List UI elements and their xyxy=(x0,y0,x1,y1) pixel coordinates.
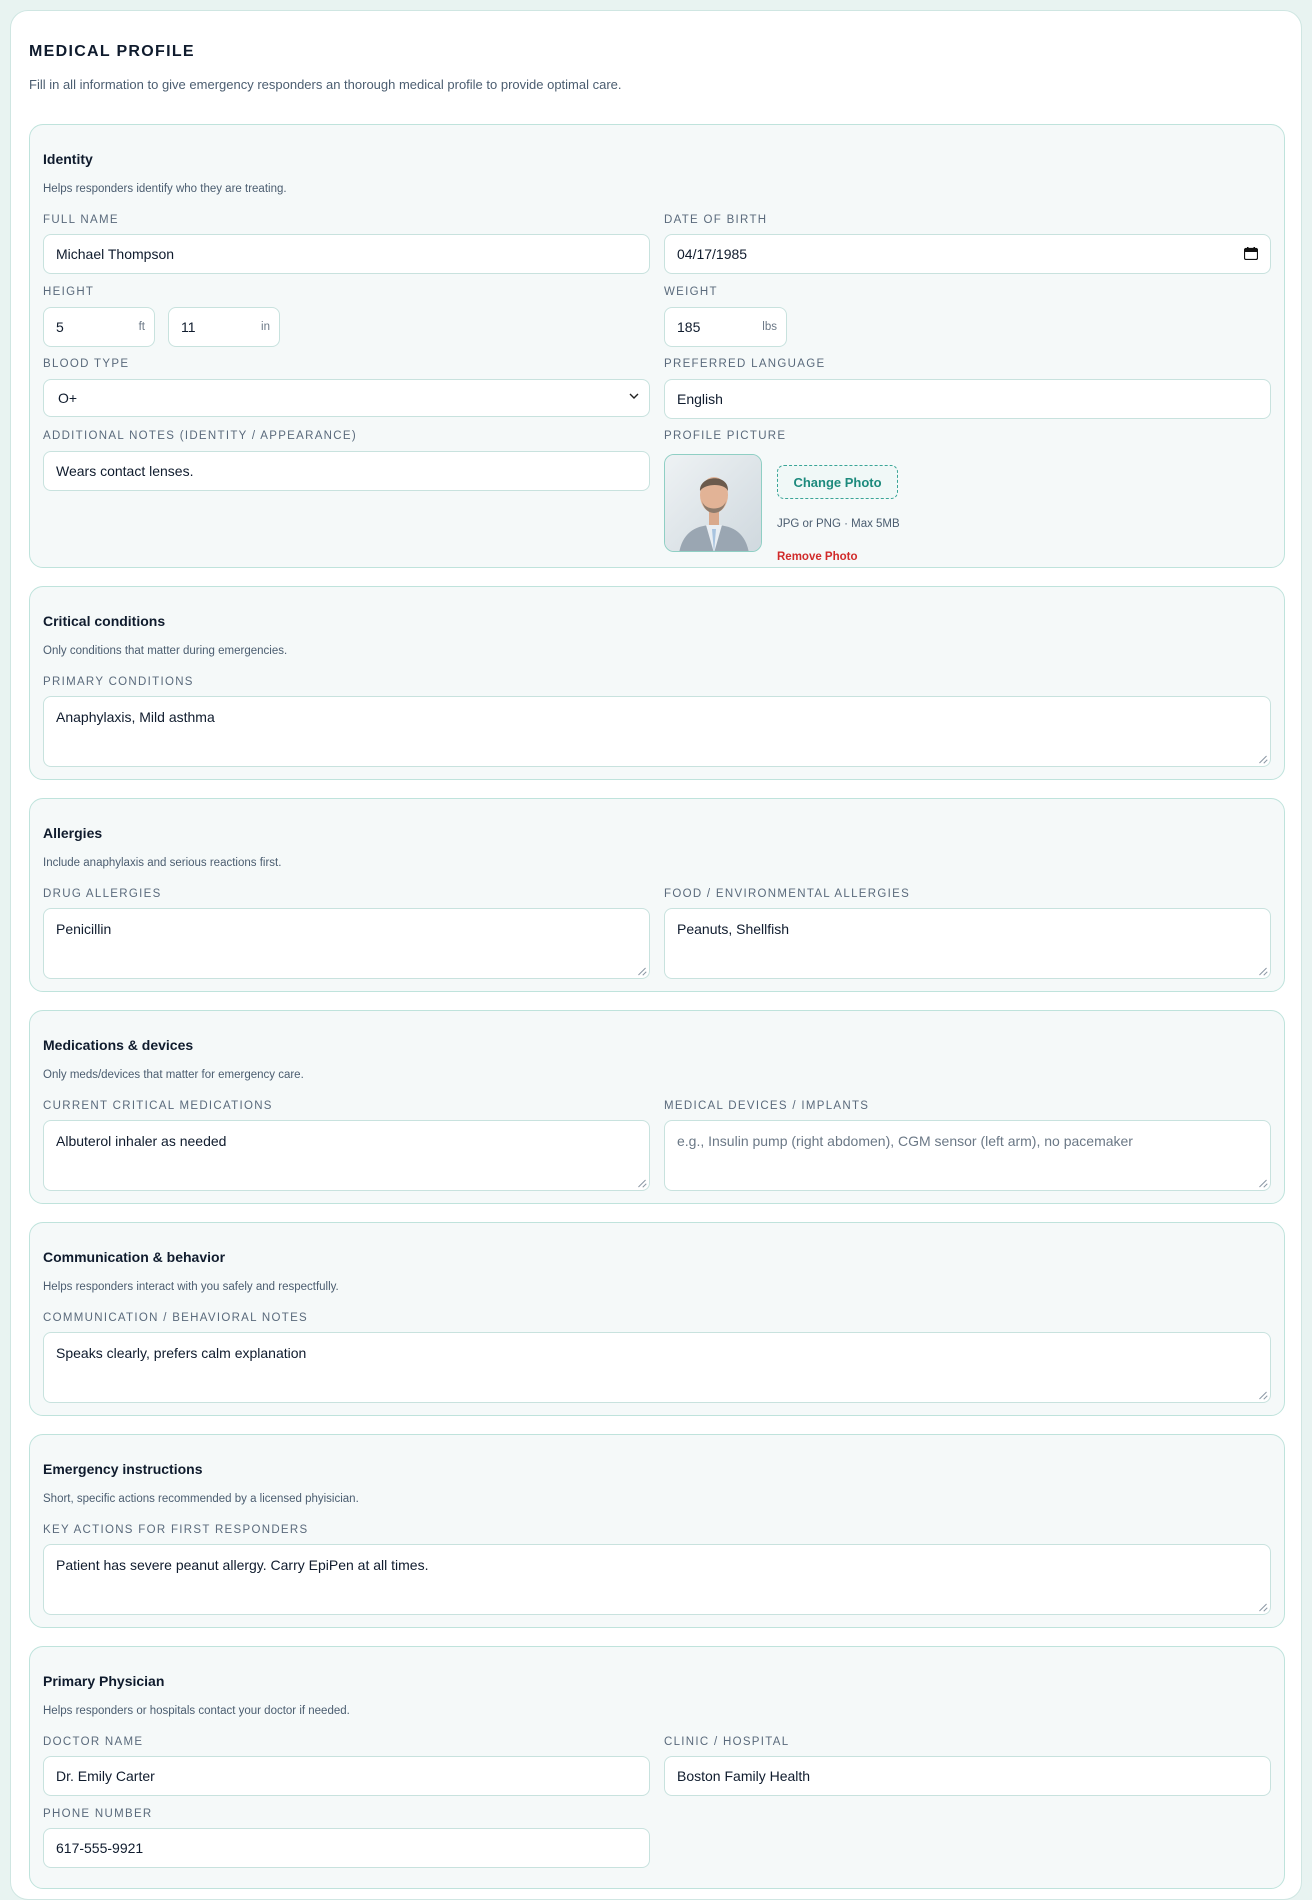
clinic-hospital-value: Boston Family Health xyxy=(677,1768,811,1784)
full-name-label: Full Name xyxy=(43,214,119,226)
resize-handle-icon[interactable] xyxy=(1259,967,1267,975)
food-allergies-label: Food / Environmental Allergies xyxy=(664,888,911,900)
height-inches-input[interactable]: 11 in xyxy=(168,307,280,347)
section-title: Identity xyxy=(43,151,93,167)
section-description: Short, specific actions recommended by a… xyxy=(43,1493,359,1505)
blood-type-label: Blood Type xyxy=(43,358,130,370)
height-feet-input[interactable]: 5 ft xyxy=(43,307,155,347)
resize-handle-icon[interactable] xyxy=(1259,755,1267,763)
emergency-instructions-section: Emergency instructions Short, specific a… xyxy=(29,1434,1285,1628)
current-medications-textarea[interactable]: Albuterol inhaler as needed xyxy=(43,1120,650,1191)
full-name-value: Michael Thompson xyxy=(56,246,175,262)
blood-type-value: O+ xyxy=(58,390,78,406)
page-title: MEDICAL PROFILE xyxy=(29,43,195,60)
inches-unit: in xyxy=(261,321,270,333)
critical-conditions-section: Critical conditions Only conditions that… xyxy=(29,586,1285,780)
section-title: Medications & devices xyxy=(43,1037,194,1053)
primary-physician-section: Primary Physician Helps responders or ho… xyxy=(29,1646,1285,1889)
profile-photo[interactable] xyxy=(664,454,762,552)
date-of-birth-label: Date of Birth xyxy=(664,214,768,226)
photo-hint: JPG or PNG · Max 5MB xyxy=(777,518,900,530)
phone-number-label: Phone Number xyxy=(43,1808,153,1820)
medical-devices-label: Medical Devices / Implants xyxy=(664,1100,870,1112)
height-label: Height xyxy=(43,286,95,298)
food-allergies-value: Peanuts, Shellfish xyxy=(677,921,790,937)
calendar-icon[interactable] xyxy=(1244,247,1258,260)
drug-allergies-value: Penicillin xyxy=(56,921,112,937)
doctor-name-input[interactable]: Dr. Emily Carter xyxy=(43,1756,650,1796)
resize-handle-icon[interactable] xyxy=(638,967,646,975)
preferred-language-input[interactable]: English xyxy=(664,379,1271,419)
height-inches-value: 11 xyxy=(181,319,196,335)
key-actions-textarea[interactable]: Patient has severe peanut allergy. Carry… xyxy=(43,1544,1271,1615)
drug-allergies-label: Drug Allergies xyxy=(43,888,162,900)
communication-notes-label: Communication / Behavioral Notes xyxy=(43,1312,309,1324)
clinic-hospital-label: Clinic / Hospital xyxy=(664,1736,790,1748)
page-subtitle: Fill in all information to give emergenc… xyxy=(29,77,622,92)
section-description: Helps responders or hospitals contact yo… xyxy=(43,1705,350,1717)
key-actions-label: Key Actions for First Responders xyxy=(43,1524,309,1536)
resize-handle-icon[interactable] xyxy=(1259,1603,1267,1611)
clinic-hospital-input[interactable]: Boston Family Health xyxy=(664,1756,1271,1796)
doctor-name-value: Dr. Emily Carter xyxy=(56,1768,155,1784)
section-title: Primary Physician xyxy=(43,1673,165,1689)
additional-notes-value: Wears contact lenses. xyxy=(56,463,194,479)
current-medications-value: Albuterol inhaler as needed xyxy=(56,1133,227,1149)
blood-type-select[interactable]: O+ xyxy=(43,379,650,417)
profile-photo-image xyxy=(665,455,761,551)
medications-section: Medications & devices Only meds/devices … xyxy=(29,1010,1285,1204)
change-photo-button[interactable]: Change Photo xyxy=(777,465,898,499)
medical-devices-textarea[interactable]: e.g., Insulin pump (right abdomen), CGM … xyxy=(664,1120,1271,1191)
section-description: Helps responders identify who they are t… xyxy=(43,183,287,195)
section-title: Allergies xyxy=(43,825,103,841)
feet-unit: ft xyxy=(138,321,145,333)
resize-handle-icon[interactable] xyxy=(1259,1391,1267,1399)
additional-notes-label: Additional Notes (Identity / Appearance) xyxy=(43,430,357,442)
section-description: Helps responders interact with you safel… xyxy=(43,1281,339,1293)
section-description: Only meds/devices that matter for emerge… xyxy=(43,1069,304,1081)
section-description: Only conditions that matter during emerg… xyxy=(43,645,288,657)
phone-number-input[interactable]: 617-555-9921 xyxy=(43,1828,650,1868)
section-title: Communication & behavior xyxy=(43,1249,226,1265)
communication-section: Communication & behavior Helps responder… xyxy=(29,1222,1285,1416)
key-actions-value: Patient has severe peanut allergy. Carry… xyxy=(56,1557,429,1573)
doctor-name-label: Doctor Name xyxy=(43,1736,144,1748)
preferred-language-label: Preferred Language xyxy=(664,358,826,370)
section-title: Emergency instructions xyxy=(43,1461,203,1477)
food-allergies-textarea[interactable]: Peanuts, Shellfish xyxy=(664,908,1271,979)
date-of-birth-value: 04/17/1985 xyxy=(677,246,748,262)
phone-number-value: 617-555-9921 xyxy=(56,1840,144,1856)
primary-conditions-textarea[interactable]: Anaphylaxis, Mild asthma xyxy=(43,696,1271,767)
preferred-language-value: English xyxy=(677,391,723,407)
identity-section: Identity Helps responders identify who t… xyxy=(29,124,1285,568)
profile-picture-label: Profile Picture xyxy=(664,430,787,442)
remove-photo-link[interactable]: Remove Photo xyxy=(777,551,858,563)
resize-handle-icon[interactable] xyxy=(638,1179,646,1187)
height-feet-value: 5 xyxy=(56,319,64,335)
primary-conditions-value: Anaphylaxis, Mild asthma xyxy=(56,709,215,725)
allergies-section: Allergies Include anaphylaxis and seriou… xyxy=(29,798,1285,992)
section-description: Include anaphylaxis and serious reaction… xyxy=(43,857,282,869)
medical-profile-card: MEDICAL PROFILE Fill in all information … xyxy=(10,10,1302,1900)
full-name-input[interactable]: Michael Thompson xyxy=(43,234,650,274)
pounds-unit: lbs xyxy=(762,321,777,333)
date-of-birth-input[interactable]: 04/17/1985 xyxy=(664,234,1271,274)
primary-conditions-label: Primary Conditions xyxy=(43,676,194,688)
weight-label: Weight xyxy=(664,286,718,298)
weight-value: 185 xyxy=(677,319,701,335)
additional-notes-input[interactable]: Wears contact lenses. xyxy=(43,451,650,491)
communication-notes-textarea[interactable]: Speaks clearly, prefers calm explanation xyxy=(43,1332,1271,1403)
communication-notes-value: Speaks clearly, prefers calm explanation xyxy=(56,1345,307,1361)
chevron-down-icon xyxy=(629,393,639,399)
section-title: Critical conditions xyxy=(43,613,166,629)
medical-devices-placeholder: e.g., Insulin pump (right abdomen), CGM … xyxy=(677,1133,1133,1149)
resize-handle-icon[interactable] xyxy=(1259,1179,1267,1187)
drug-allergies-textarea[interactable]: Penicillin xyxy=(43,908,650,979)
current-medications-label: Current Critical Medications xyxy=(43,1100,273,1112)
weight-input[interactable]: 185 lbs xyxy=(664,307,787,347)
